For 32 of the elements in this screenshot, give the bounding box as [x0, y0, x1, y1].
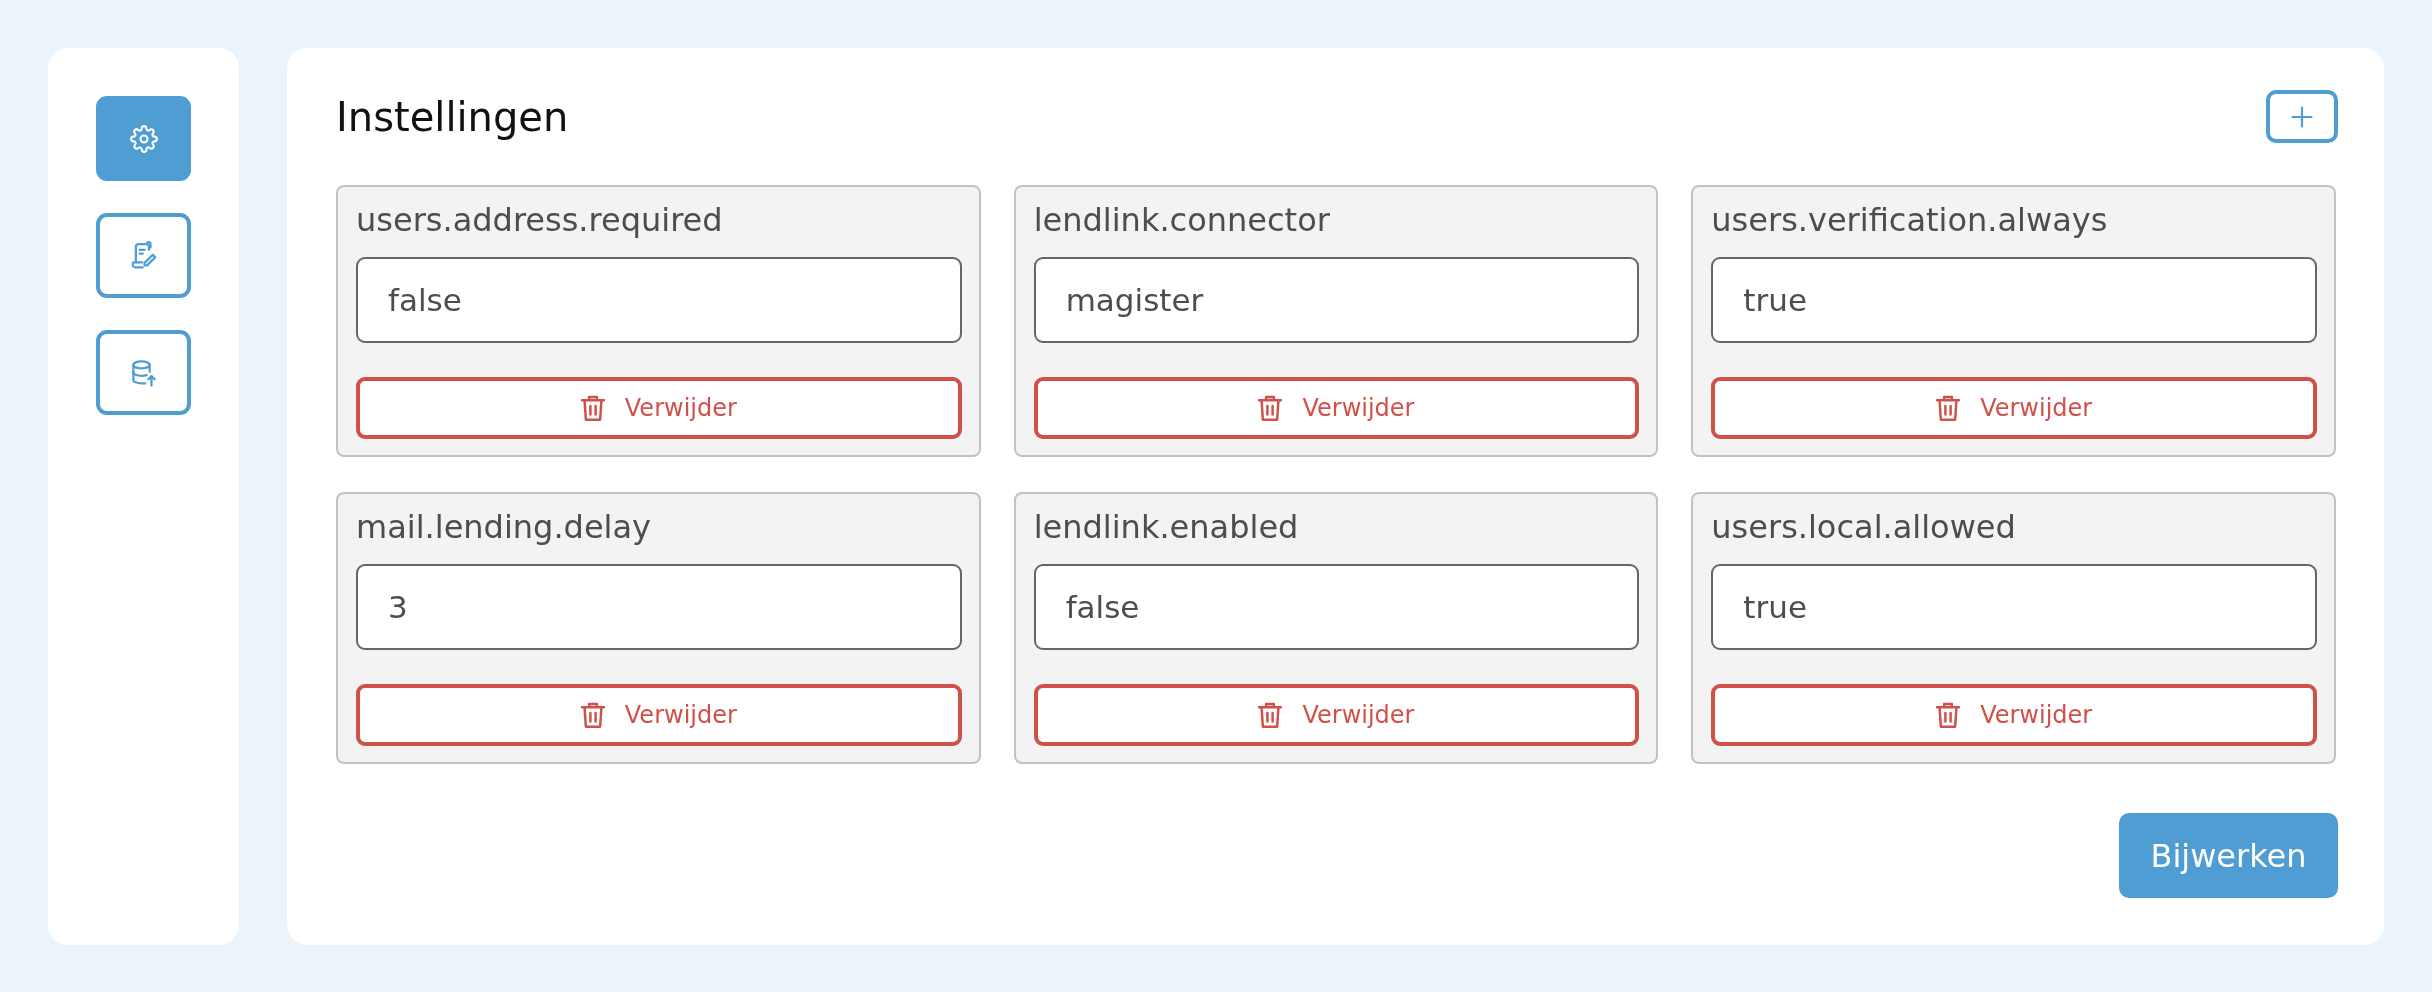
add-button[interactable]	[2266, 90, 2338, 143]
gear-icon	[129, 124, 158, 153]
delete-button[interactable]: Verwijder	[1711, 377, 2317, 439]
trash-icon	[1936, 702, 1961, 728]
delete-button[interactable]: Verwijder	[1033, 377, 1640, 439]
setting-name: lendlink.connector	[1033, 201, 1330, 239]
trash-icon	[1936, 395, 1961, 421]
sidebar-button[interactable]	[96, 330, 191, 415]
trash-icon	[1258, 702, 1283, 728]
trash-icon	[580, 702, 605, 728]
delete-button[interactable]: Verwijder	[1033, 684, 1640, 746]
setting-value-field[interactable]: true	[1711, 257, 2317, 343]
plus-icon	[2291, 105, 2313, 128]
trash-icon	[580, 395, 605, 421]
delete-button[interactable]: Verwijder	[356, 377, 962, 439]
setting-value-field[interactable]: false	[1033, 564, 1640, 650]
setting-name: users.verification.always	[1711, 201, 2108, 239]
delete-button[interactable]: Verwijder	[356, 684, 962, 746]
setting-name: users.local.allowed	[1711, 508, 2016, 546]
page-title: Instellingen	[336, 92, 569, 141]
trash-icon	[1258, 395, 1283, 421]
setting-value-field[interactable]: magister	[1033, 257, 1640, 343]
sidebar-button[interactable]	[96, 96, 191, 181]
setting-value-field[interactable]: true	[1711, 564, 2317, 650]
setting-value-field[interactable]: 3	[356, 564, 962, 650]
update-button[interactable]: Bijwerken	[2119, 813, 2338, 898]
setting-name: mail.lending.delay	[356, 508, 651, 546]
delete-button[interactable]: Verwijder	[1711, 684, 2317, 746]
setting-name: users.address.required	[356, 201, 723, 239]
sidebar-button[interactable]	[96, 213, 191, 298]
setting-value-field[interactable]: false	[356, 257, 962, 343]
setting-name: lendlink.enabled	[1033, 508, 1299, 546]
